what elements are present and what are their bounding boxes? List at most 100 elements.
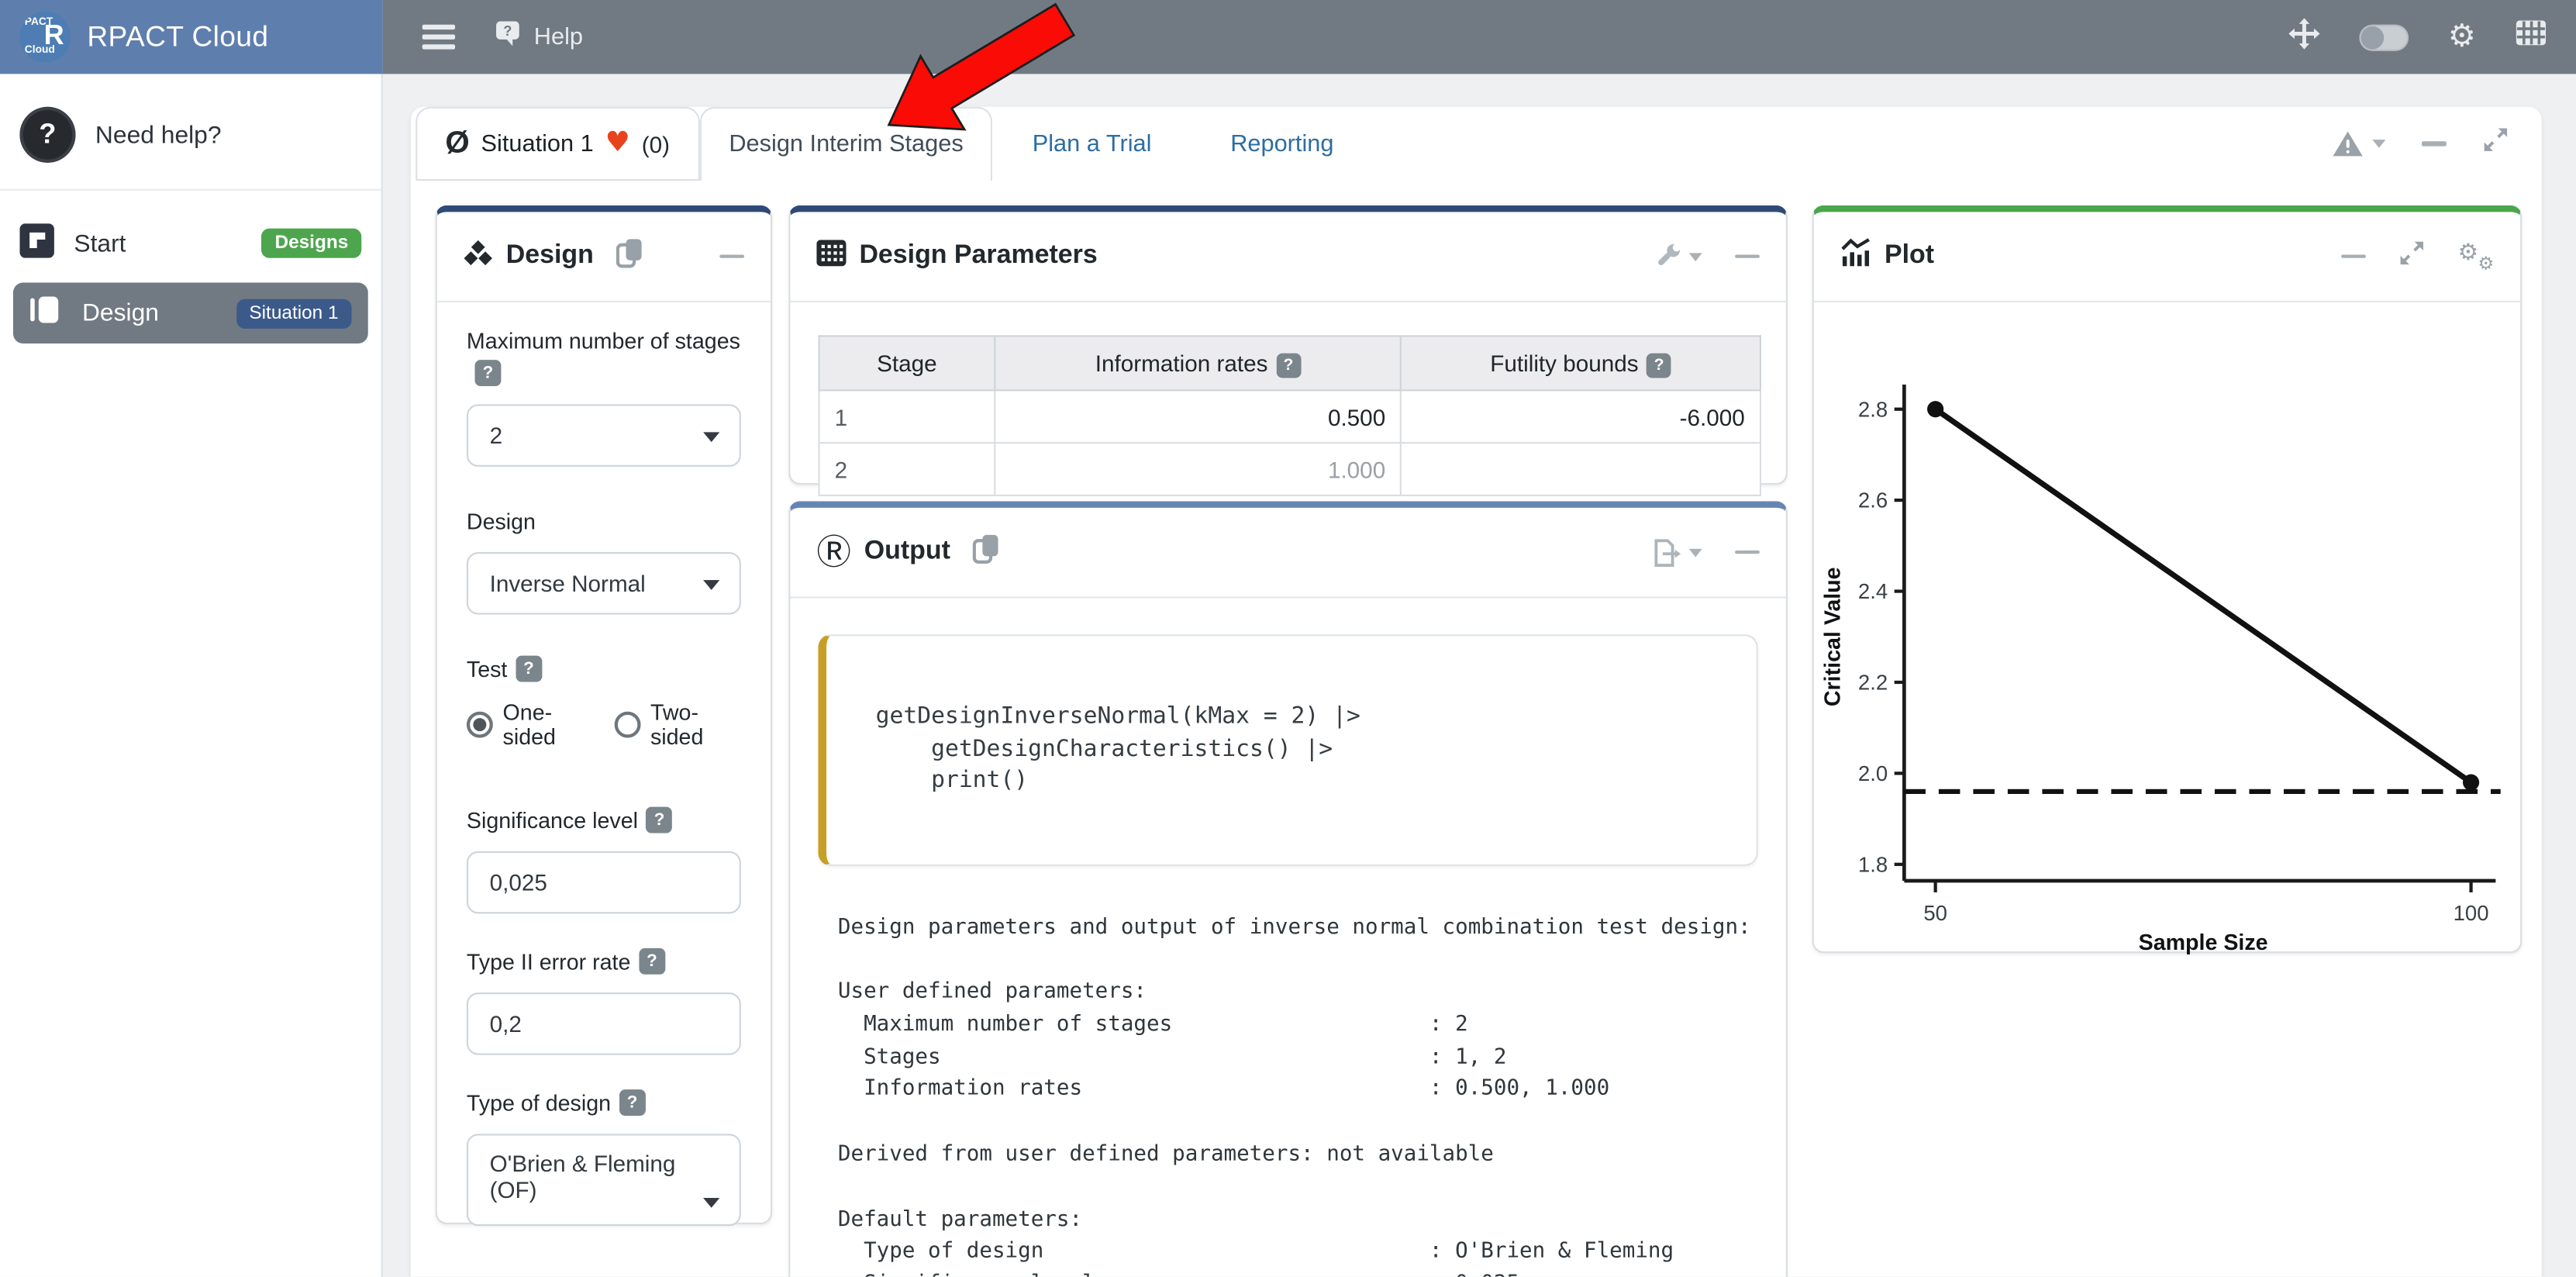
design-select-label: Design [467,506,741,539]
help-badge-icon[interactable] [475,360,502,386]
expand-plot-icon[interactable] [2398,239,2425,274]
tab-plan-a-trial[interactable]: Plan a Trial [993,107,1191,181]
need-help-label: Need help? [95,121,222,149]
content-card: Situation 1 (0) Design Interim Stages Pl… [411,107,2542,1277]
design-parameters-header: Design Parameters [790,212,1785,302]
info-rate-2-cell[interactable]: 1.000 [995,443,1401,495]
collapse-plot-icon[interactable] [2341,254,2366,258]
stage-2-cell: 2 [819,443,995,495]
radio-one-sided[interactable]: One-sided [467,700,595,750]
dark-mode-toggle[interactable] [2359,24,2409,50]
significance-input[interactable] [467,851,741,914]
designs-badge: Designs [262,229,362,258]
sidebar-item-design[interactable]: Design Situation 1 [13,283,368,343]
help-badge-icon[interactable] [639,948,665,975]
tab-design-interim-stages-label: Design Interim Stages [729,132,963,158]
tools-dropdown[interactable] [1654,243,1702,270]
gear-icon[interactable]: ⚙ [2448,22,2476,53]
design-panel: Design Maximum number of stages 2 [436,205,772,1224]
tab-reporting-label: Reporting [1230,130,1333,157]
futility-2-cell[interactable] [1401,443,1760,495]
collapse-panel-icon[interactable] [2422,142,2447,146]
test-radio-group: One-sided Two-sided [467,700,741,750]
max-stages-label: Maximum number of stages [467,326,741,392]
type-of-design-select[interactable]: O'Brien & Fleming (OF) [467,1134,741,1226]
start-label: Start [74,230,126,257]
empty-set-icon [445,128,469,159]
max-stages-select[interactable]: 2 [467,404,741,467]
r-output-text: Design parameters and output of inverse … [838,911,1770,1277]
info-rate-1-cell[interactable]: 0.500 [995,390,1401,443]
col-stage: Stage [819,336,995,390]
output-title: Output [864,537,950,567]
radio-two-sided[interactable]: Two-sided [614,700,740,750]
sidebar: Need help? Start Designs Design Situatio… [0,74,383,1276]
collapse-parameters-icon[interactable] [1735,254,1760,258]
design-select[interactable]: Inverse Normal [467,552,741,615]
significance-label: Significance level [467,806,741,838]
menu-toggle-icon[interactable] [422,25,455,50]
collapse-output-icon[interactable] [1735,550,1760,554]
plot-settings-icon[interactable]: ⚙⚙ [2458,242,2495,271]
design-label: Design [82,299,159,327]
help-menu-item[interactable]: ? Help [491,19,583,54]
svg-text:?: ? [503,23,512,39]
collapse-design-icon[interactable] [719,254,744,258]
columns-icon [29,295,62,330]
test-label: Test [467,654,741,687]
svg-text:2.4: 2.4 [1858,579,1888,603]
copy-icon[interactable] [617,237,643,275]
type2-error-input[interactable] [467,992,741,1055]
radio-unselected-icon [614,712,640,738]
design-parameters-panel: Design Parameters [788,205,1788,485]
col-futility-bounds: Futility bounds [1401,336,1760,390]
situation-badge: Situation 1 [236,299,351,328]
copy-icon[interactable] [974,533,1000,571]
flipboard-icon [19,223,54,264]
top-right-icons: ⚙ [2288,17,2547,57]
design-parameters-table: Stage Information rates Futility bounds … [818,335,1761,496]
svg-text:2.0: 2.0 [1858,761,1888,785]
tab-plan-a-trial-label: Plan a Trial [1033,130,1152,157]
help-badge-icon[interactable] [619,1089,646,1116]
help-label: Help [534,24,583,50]
move-icon[interactable] [2288,17,2319,57]
warning-icon [2331,129,2364,157]
top-nav: ? Help ⚙ [383,0,2576,74]
futility-1-cell[interactable]: -6.000 [1401,390,1760,443]
plot-header: Plot ⚙⚙ [1814,212,2520,302]
caret-down-icon [703,432,719,442]
heart-icon[interactable] [605,129,630,157]
type-of-design-label: Type of design [467,1088,741,1120]
chevron-down-icon [1689,252,1702,261]
chevron-down-icon [1689,548,1702,557]
export-dropdown[interactable] [1653,538,1702,566]
help-badge-icon[interactable] [1276,353,1301,378]
plot-title: Plot [1885,242,1934,271]
tab-reporting[interactable]: Reporting [1191,107,1373,181]
need-help-item[interactable]: Need help? [0,97,381,172]
design-form: Maximum number of stages 2 Design Invers… [437,302,771,1226]
help-badge-icon[interactable] [647,807,673,834]
help-badge-icon[interactable] [516,656,542,682]
cubes-icon [464,239,493,274]
r-logo-icon [816,535,851,570]
r-code: getDesignInverseNormal(kMax = 2) |> getD… [876,702,1740,798]
warnings-dropdown[interactable] [2331,129,2385,157]
help-badge-icon[interactable] [1647,353,1671,378]
sidebar-brand[interactable]: PACT R Cloud RPACT Cloud [0,0,383,74]
col-information-rates: Information rates [995,336,1401,390]
r-code-block: getDesignInverseNormal(kMax = 2) |> getD… [818,634,1757,865]
tab-situation-label: Situation 1 [481,130,594,157]
table-row: 2 1.000 [819,443,1760,495]
expand-icon[interactable] [2482,126,2509,161]
stage-1-cell: 1 [819,390,995,443]
svg-text:Critical Value: Critical Value [1821,567,1846,706]
tab-design-interim-stages[interactable]: Design Interim Stages [699,107,993,181]
sidebar-item-start[interactable]: Start Designs [0,210,381,276]
tab-situation-1[interactable]: Situation 1 (0) [416,107,699,181]
brand-title: RPACT Cloud [87,19,268,54]
grid-icon[interactable] [2516,19,2547,54]
help-chat-icon: ? [491,19,522,54]
wrench-icon [1654,243,1681,270]
